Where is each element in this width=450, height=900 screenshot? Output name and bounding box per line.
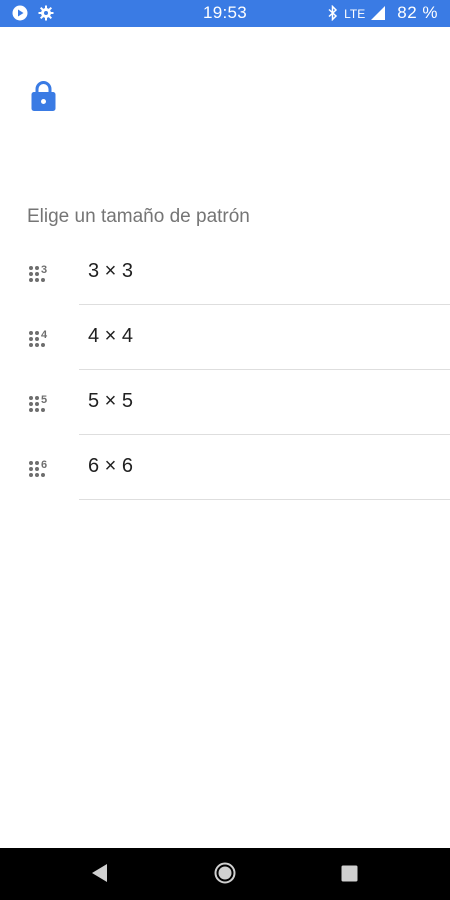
battery-level: 82 %: [397, 3, 438, 22]
pattern-size-option-6x6[interactable]: 6 6 × 6: [0, 435, 450, 500]
navigation-bar: [0, 848, 450, 900]
pattern-grid-icon: 4: [29, 329, 48, 347]
pattern-size-label: 3 × 3: [88, 260, 134, 282]
pattern-size-badge: 3: [41, 264, 47, 276]
divider: [79, 499, 450, 500]
pattern-size-badge: 5: [41, 394, 47, 406]
pattern-grid-icon: 3: [29, 264, 47, 282]
pattern-size-list: 3 3 × 3 4 4 × 4 5 5 × 5 6 6 × 6: [0, 240, 450, 500]
pattern-size-option-5x5[interactable]: 5 5 × 5: [0, 370, 450, 435]
pattern-size-option-4x4[interactable]: 4 4 × 4: [0, 305, 450, 370]
pattern-size-badge: 6: [41, 459, 47, 471]
back-icon[interactable]: [91, 863, 109, 883]
lock-icon: [31, 81, 56, 111]
pattern-grid-icon: 6: [29, 459, 47, 477]
status-right: LTE 82 %: [328, 3, 438, 23]
bluetooth-icon: [328, 5, 338, 21]
recents-icon[interactable]: [341, 865, 358, 882]
pattern-size-label: 5 × 5: [88, 390, 134, 412]
pattern-size-option-3x3[interactable]: 3 3 × 3: [0, 240, 450, 305]
page-title: Elige un tamaño de patrón: [27, 206, 250, 227]
pattern-size-badge: 4: [41, 329, 48, 341]
network-type: LTE: [344, 7, 366, 21]
pattern-size-label: 4 × 4: [88, 325, 134, 347]
pattern-size-label: 6 × 6: [88, 455, 134, 477]
signal-icon: [371, 6, 386, 20]
status-bar: 19:53 LTE 82 %: [0, 0, 450, 27]
home-icon[interactable]: [214, 862, 236, 884]
pattern-grid-icon: 5: [29, 394, 47, 412]
